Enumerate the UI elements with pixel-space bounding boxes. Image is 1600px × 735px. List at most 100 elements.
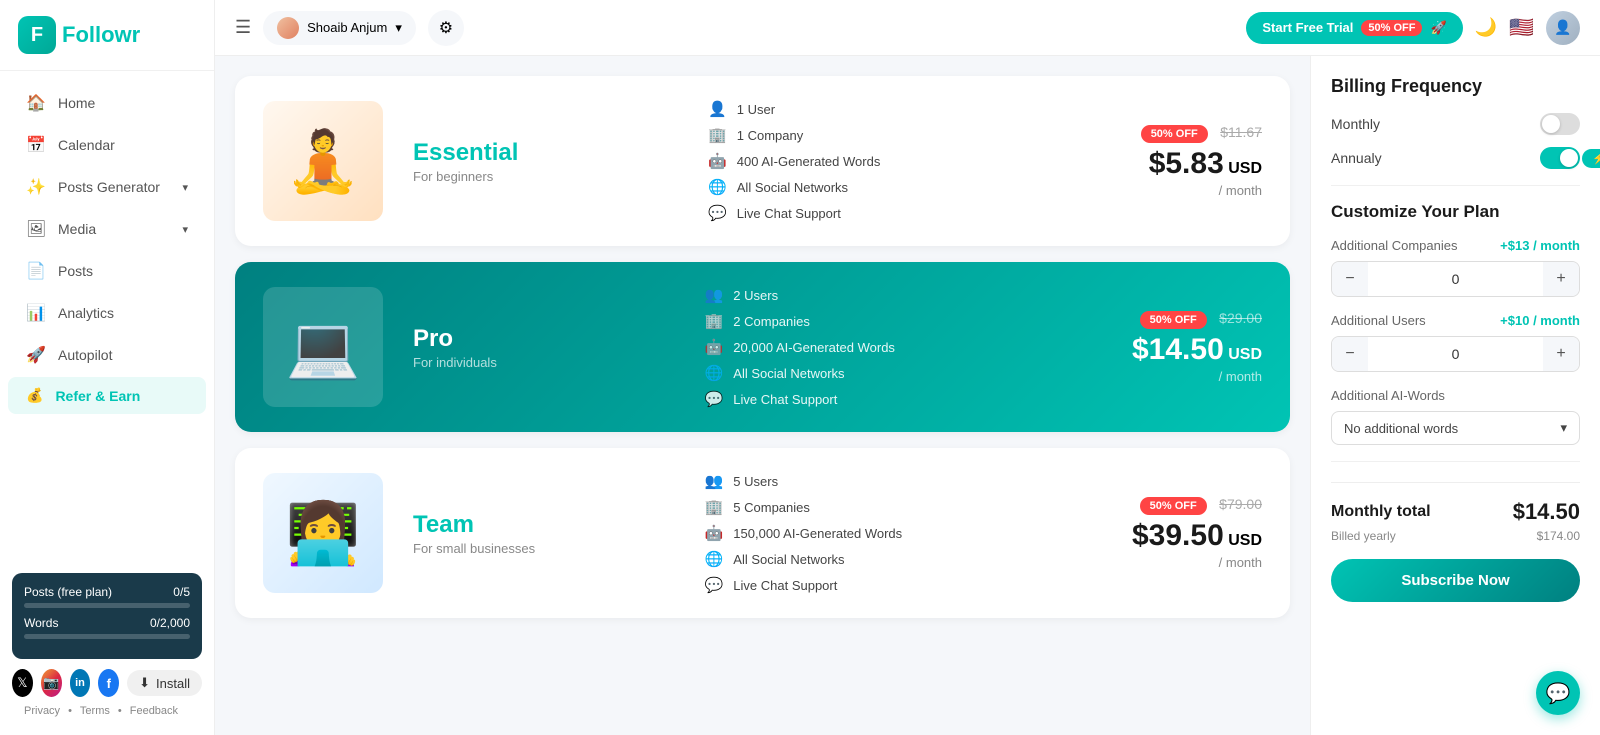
original-price: $79.00	[1219, 496, 1262, 512]
addon-users-price: +$10 / month	[1500, 313, 1580, 328]
footer-links: Privacy • Terms • Feedback	[12, 697, 202, 725]
sidebar-item-autopilot[interactable]: 🚀 Autopilot	[8, 335, 206, 375]
current-price: $5.83	[1149, 147, 1224, 180]
save-badge: ⚡ Save 35%	[1582, 149, 1600, 168]
privacy-link[interactable]: Privacy	[24, 705, 60, 717]
per-month: / month	[1132, 369, 1262, 384]
linkedin-social-btn[interactable]: in	[70, 669, 91, 697]
install-button[interactable]: ⬇ Install	[127, 670, 202, 696]
annualy-billing-option: Annualy ⚡ Save 35%	[1331, 147, 1580, 169]
divider	[1331, 461, 1580, 462]
team-info: Team For small businesses	[413, 511, 685, 556]
companies-decrement-button[interactable]: −	[1332, 262, 1368, 296]
company-icon: 🏢	[708, 126, 727, 144]
feature-text: 1 Company	[737, 128, 803, 143]
lightning-icon: ⚡	[1592, 152, 1600, 165]
plans-area: 🧘 Essential For beginners 👤 1 User 🏢 1 C…	[215, 56, 1600, 735]
monthly-total: Monthly total $14.50	[1331, 482, 1580, 525]
users-increment-button[interactable]: +	[1543, 337, 1579, 371]
team-image: 👩‍💻	[263, 473, 383, 593]
essential-price-main: $5.83 USD	[1141, 147, 1262, 181]
original-price: $11.67	[1220, 124, 1262, 140]
dropdown-chevron-icon: ▾	[1560, 420, 1567, 436]
monthly-toggle[interactable]	[1540, 113, 1580, 135]
essential-pricing-top: 50% OFF $11.67	[1141, 124, 1262, 147]
topbar-right: Start Free Trial 50% OFF 🚀 🌙 🇺🇸 👤	[1246, 11, 1580, 45]
feature-item: 🤖 400 AI-Generated Words	[708, 152, 1121, 170]
divider	[1331, 185, 1580, 186]
ai-words-label: Additional AI-Words	[1331, 388, 1445, 403]
feature-text: 5 Users	[733, 474, 778, 489]
addon-header: Additional Companies +$13 / month	[1331, 238, 1580, 253]
refer-icon: 💰	[26, 387, 43, 404]
language-flag[interactable]: 🇺🇸	[1509, 15, 1534, 40]
addon-companies-name: Additional Companies	[1331, 238, 1457, 253]
posts-icon: 📄	[26, 261, 46, 281]
chat-icon: 💬	[708, 204, 727, 222]
annualy-toggle[interactable]: ⚡ Save 35%	[1540, 147, 1580, 169]
plan-card-essential: 🧘 Essential For beginners 👤 1 User 🏢 1 C…	[235, 76, 1290, 246]
words-usage-row: Words 0/2,000	[24, 616, 190, 630]
facebook-social-btn[interactable]: f	[98, 669, 119, 697]
sidebar-nav: 🏠 Home 📅 Calendar ✨ Posts Generator ▾ 🖼 …	[0, 71, 214, 563]
ai-words-dropdown[interactable]: No additional words ▾	[1331, 411, 1580, 445]
sidebar-item-analytics[interactable]: 📊 Analytics	[8, 293, 206, 333]
feature-text: Live Chat Support	[737, 206, 841, 221]
addon-companies: Additional Companies +$13 / month − 0 +	[1331, 238, 1580, 297]
pro-plan-subtitle: For individuals	[413, 355, 685, 370]
total-amount: $14.50	[1513, 499, 1580, 525]
monthly-billing-option: Monthly	[1331, 113, 1580, 135]
chat-icon: 💬	[705, 390, 724, 408]
trial-label: Start Free Trial	[1262, 20, 1353, 35]
trial-button[interactable]: Start Free Trial 50% OFF 🚀	[1246, 12, 1462, 44]
chat-icon: 💬	[705, 576, 724, 594]
main-content: ☰ Shoaib Anjum ▾ ⚙ Start Free Trial 50% …	[215, 0, 1600, 735]
feature-item: 💬 Live Chat Support	[705, 576, 1112, 594]
feature-item: 🏢 2 Companies	[705, 312, 1112, 330]
sidebar-item-calendar[interactable]: 📅 Calendar	[8, 125, 206, 165]
user-pill[interactable]: Shoaib Anjum ▾	[263, 11, 416, 45]
essential-plan-subtitle: For beginners	[413, 169, 688, 184]
sidebar-item-label: Posts	[58, 263, 93, 279]
subscribe-button[interactable]: Subscribe Now	[1331, 559, 1580, 602]
team-price-main: $39.50 USD	[1132, 519, 1262, 553]
instagram-social-btn[interactable]: 📷	[41, 669, 62, 697]
sidebar-item-refer[interactable]: 💰 Refer & Earn	[8, 377, 206, 414]
feedback-link[interactable]: Feedback	[130, 705, 178, 717]
feature-item: 🏢 5 Companies	[705, 498, 1112, 516]
settings-button[interactable]: ⚙	[428, 10, 464, 46]
addon-companies-price: +$13 / month	[1500, 238, 1580, 253]
total-label: Monthly total	[1331, 503, 1431, 521]
user-avatar[interactable]: 👤	[1546, 11, 1580, 45]
users-decrement-button[interactable]: −	[1332, 337, 1368, 371]
feature-text: All Social Networks	[733, 552, 844, 567]
feature-item: 💬 Live Chat Support	[705, 390, 1112, 408]
sidebar-item-media[interactable]: 🖼 Media ▾	[8, 209, 206, 249]
x-social-btn[interactable]: 𝕏	[12, 669, 33, 697]
posts-bar-bg	[24, 603, 190, 608]
off-badge: 50% OFF	[1140, 497, 1207, 515]
sidebar-item-posts-generator[interactable]: ✨ Posts Generator ▾	[8, 167, 206, 207]
companies-increment-button[interactable]: +	[1543, 262, 1579, 296]
feature-text: All Social Networks	[733, 366, 844, 381]
pro-pricing-top: 50% OFF $29.00	[1132, 310, 1262, 333]
posts-count: 0/5	[173, 585, 190, 599]
team-plan-subtitle: For small businesses	[413, 541, 685, 556]
terms-link[interactable]: Terms	[80, 705, 110, 717]
sidebar-item-posts[interactable]: 📄 Posts	[8, 251, 206, 291]
usage-box: Posts (free plan) 0/5 Words 0/2,000	[12, 573, 202, 659]
chevron-down-icon: ▾	[182, 223, 188, 236]
logo-text: Followr	[62, 22, 140, 48]
hamburger-menu[interactable]: ☰	[235, 17, 251, 38]
user-name: Shoaib Anjum	[307, 20, 387, 35]
current-price: $39.50	[1132, 519, 1224, 552]
logo-area: F Followr	[0, 0, 214, 71]
chat-button[interactable]: 💬	[1536, 671, 1580, 715]
feature-text: Live Chat Support	[733, 578, 837, 593]
posts-usage-row: Posts (free plan) 0/5	[24, 585, 190, 599]
pro-image: 💻	[263, 287, 383, 407]
dark-mode-toggle[interactable]: 🌙	[1475, 17, 1497, 38]
feature-text: 20,000 AI-Generated Words	[733, 340, 895, 355]
logo-icon: F	[18, 16, 56, 54]
sidebar-item-home[interactable]: 🏠 Home	[8, 83, 206, 123]
